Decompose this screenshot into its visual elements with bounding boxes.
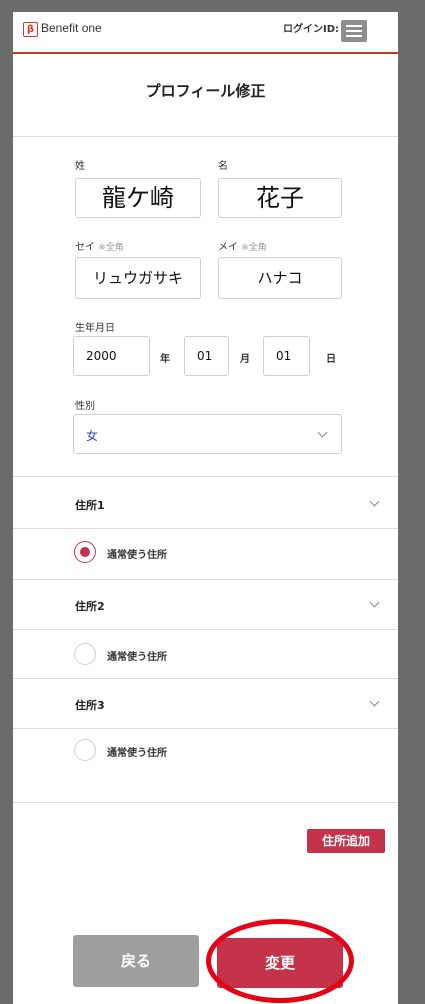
first-name-label: 名	[218, 161, 228, 172]
address-1-title: 住所1	[75, 499, 105, 512]
gender-value: 女	[86, 429, 99, 443]
last-name-field[interactable]: 龍ケ崎	[75, 178, 201, 218]
benefit-one-logo-icon: β	[23, 22, 38, 37]
divider	[13, 802, 398, 803]
address-3-title: 住所3	[75, 699, 105, 712]
chevron-down-icon	[369, 597, 380, 608]
address-2-title: 住所2	[75, 600, 105, 613]
last-name-label: 姓	[75, 161, 85, 172]
address-3-default-label: 通常使う住所	[107, 748, 167, 759]
address-3-default-radio[interactable]	[74, 739, 96, 761]
app-screen: β Benefit one ログインID: プロフィール修正 姓 名 龍ケ崎 花…	[13, 12, 398, 1004]
year-unit: 年	[160, 354, 170, 365]
hamburger-menu-icon[interactable]	[341, 20, 367, 42]
address-1-header[interactable]: 住所1	[13, 477, 398, 527]
chevron-down-icon	[369, 496, 380, 507]
divider	[13, 528, 398, 529]
day-unit: 日	[326, 354, 336, 365]
address-3-header[interactable]: 住所3	[13, 679, 398, 727]
address-2-default-radio[interactable]	[74, 643, 96, 665]
last-kana-label: セイ ※全角	[75, 242, 124, 253]
address-1-default-radio[interactable]	[74, 541, 96, 563]
title-divider	[13, 136, 398, 137]
address-2-header[interactable]: 住所2	[13, 580, 398, 628]
chevron-down-icon	[317, 427, 328, 438]
header-divider	[13, 52, 398, 54]
add-address-button[interactable]: 住所追加	[307, 829, 385, 853]
birth-month-field[interactable]: 01	[184, 336, 229, 376]
month-unit: 月	[240, 354, 250, 365]
first-name-field[interactable]: 花子	[218, 178, 342, 218]
login-id-label: ログインID:	[283, 24, 340, 35]
gender-label: 性別	[75, 401, 95, 412]
chevron-down-icon	[369, 696, 380, 707]
divider	[13, 728, 398, 729]
address-2-default-label: 通常使う住所	[107, 652, 167, 663]
back-button[interactable]: 戻る	[73, 935, 199, 987]
birthdate-label: 生年月日	[75, 323, 115, 334]
address-1-default-label: 通常使う住所	[107, 550, 167, 561]
brand-name: Benefit one	[41, 21, 102, 35]
divider	[13, 629, 398, 630]
page-title: プロフィール修正	[145, 82, 266, 100]
birth-year-field[interactable]: 2000	[73, 336, 150, 376]
change-button[interactable]: 変更	[217, 938, 343, 988]
birth-day-field[interactable]: 01	[263, 336, 310, 376]
gender-select[interactable]: 女	[73, 414, 342, 454]
first-kana-field[interactable]: ハナコ	[218, 257, 342, 299]
radio-selected-dot	[80, 547, 90, 557]
first-kana-label: メイ ※全角	[218, 242, 267, 253]
last-kana-field[interactable]: リュウガサキ	[75, 257, 201, 299]
